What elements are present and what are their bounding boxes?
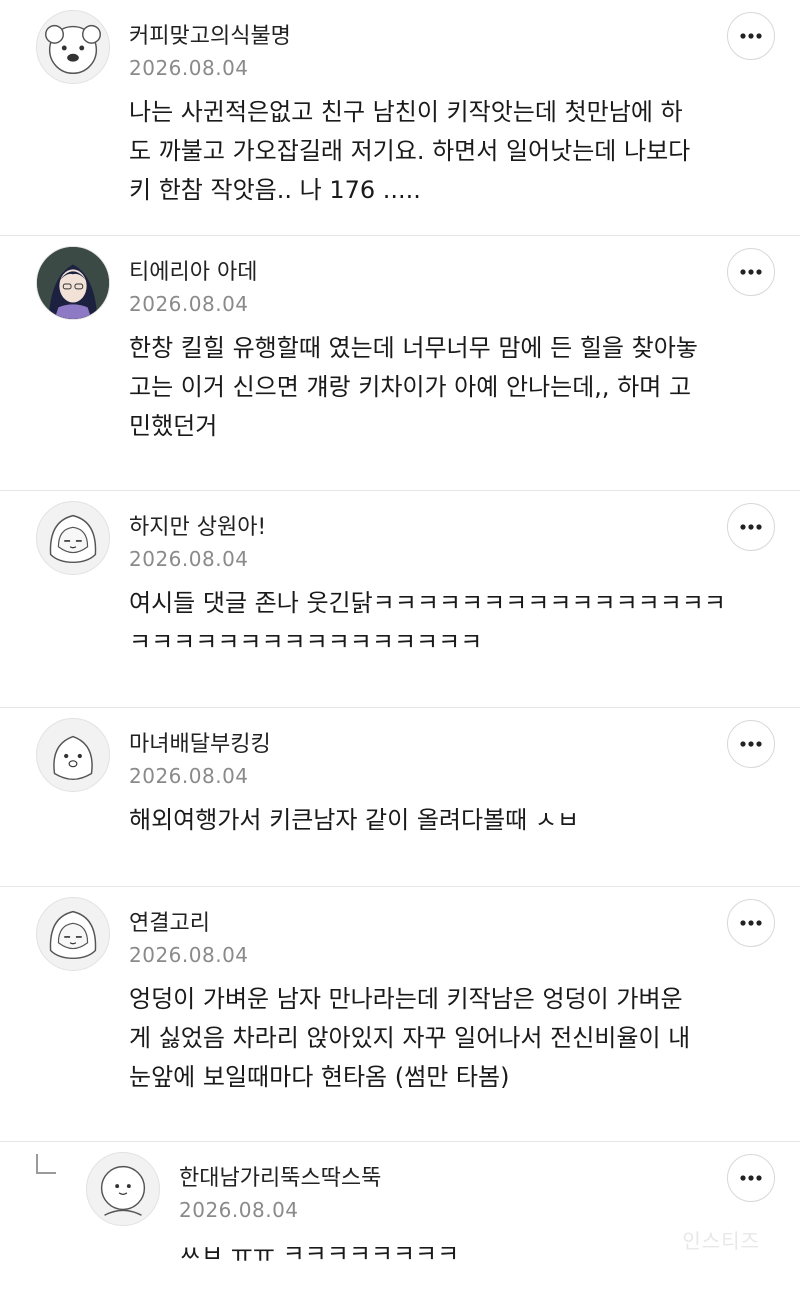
anime-character-avatar[interactable] — [36, 246, 110, 320]
more-options-button[interactable] — [727, 899, 775, 947]
hood-cat-avatar[interactable] — [36, 897, 110, 971]
more-options-button[interactable] — [727, 12, 775, 60]
reply-date: 2026.08.04 — [179, 1198, 299, 1222]
comment-author[interactable]: 티에리아 아데 — [129, 254, 257, 286]
reply-arrow-icon — [36, 1154, 56, 1174]
watermark: 인스티즈 — [682, 1229, 760, 1253]
reply-author[interactable]: 한대남가리뚝스딱스뚝 — [179, 1160, 381, 1192]
comment-item: 커피맞고의식불명 2026.08.04 나는 사귄적은없고 친구 남친이 키작앗… — [0, 0, 800, 236]
more-horizontal-icon — [740, 920, 762, 926]
comment-date: 2026.08.04 — [129, 292, 249, 316]
comment-item: 연결고리 2026.08.04 엉덩이 가벼운 남자 만나라는데 키작남은 엉덩… — [0, 887, 800, 1142]
more-horizontal-icon — [740, 33, 762, 39]
hood-cat-avatar-icon — [49, 910, 97, 960]
hood-cat-avatar[interactable] — [36, 501, 110, 575]
more-options-button[interactable] — [727, 1154, 775, 1202]
dog-avatar-icon — [45, 24, 101, 74]
round-character-avatar-icon — [100, 1165, 146, 1216]
comment-author[interactable]: 하지만 상원아! — [129, 509, 266, 541]
more-options-button[interactable] — [727, 503, 775, 551]
dog-avatar[interactable] — [36, 10, 110, 84]
comment-text: 엉덩이 가벼운 남자 만나라는데 키작남은 엉덩이 가벼운 게 싫었음 차라리 … — [129, 985, 691, 1091]
comment-item: 하지만 상원아! 2026.08.04 여시들 댓글 존나 웃긴닭ㅋㅋㅋㅋㅋㅋㅋ… — [0, 491, 800, 708]
comment-author[interactable]: 커피맞고의식불명 — [129, 18, 291, 50]
round-character-avatar[interactable] — [86, 1152, 160, 1226]
comment-author[interactable]: 연결고리 — [129, 905, 210, 937]
comment-date: 2026.08.04 — [129, 547, 249, 571]
more-horizontal-icon — [740, 269, 762, 275]
more-options-button[interactable] — [727, 720, 775, 768]
blob-avatar[interactable] — [36, 718, 110, 792]
comment-date: 2026.08.04 — [129, 764, 249, 788]
more-horizontal-icon — [740, 524, 762, 530]
comment-text: 여시들 댓글 존나 웃긴닭ㅋㅋㅋㅋㅋㅋㅋㅋㅋㅋㅋㅋㅋㅋㅋㅋ ㅋㅋㅋㅋㅋㅋㅋㅋㅋㅋ… — [129, 589, 726, 656]
comment-text: 한창 킬힐 유행할때 였는데 너무너무 맘에 든 힐을 찾아놓 고는 이거 신으… — [129, 334, 698, 440]
blob-avatar-icon — [53, 735, 93, 781]
comment-item: 티에리아 아데 2026.08.04 한창 킬힐 유행할때 였는데 너무너무 맘… — [0, 236, 800, 491]
anime-character-avatar-icon — [37, 247, 109, 319]
comment-item: 마녀배달부킹킹 2026.08.04 해외여행가서 키큰남자 같이 올려다볼때 … — [0, 708, 800, 887]
comment-date: 2026.08.04 — [129, 56, 249, 80]
comment-date: 2026.08.04 — [129, 943, 249, 967]
hood-cat-avatar-icon — [49, 514, 97, 564]
more-horizontal-icon — [740, 741, 762, 747]
more-horizontal-icon — [740, 1175, 762, 1181]
reply-item: 한대남가리뚝스딱스뚝 2026.08.04 ㅆㅂ ㅠㅠ ㅋㅋㅋㅋㅋㅋㅋㅋ — [0, 1142, 800, 1298]
comment-text: 해외여행가서 키큰남자 같이 올려다볼때 ㅅㅂ — [129, 806, 580, 834]
more-options-button[interactable] — [727, 248, 775, 296]
comment-text: 나는 사귄적은없고 친구 남친이 키작앗는데 첫만남에 하 도 까불고 가오잡길… — [129, 98, 691, 204]
comment-author[interactable]: 마녀배달부킹킹 — [129, 726, 271, 758]
